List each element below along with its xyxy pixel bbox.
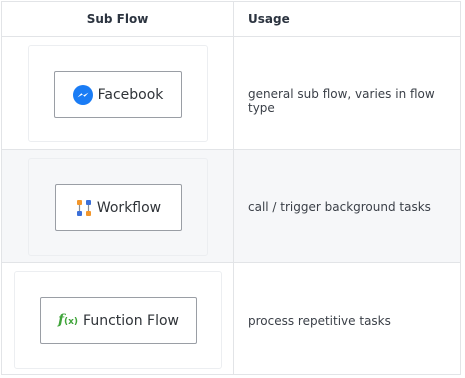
workflow-button[interactable]: Workflow (55, 184, 182, 231)
sub-flow-cell: Workflow (2, 150, 234, 262)
header-sub-flow: Sub Flow (2, 2, 234, 36)
preview-card: Workflow (28, 158, 208, 256)
workflow-label: Workflow (96, 199, 162, 216)
table-row: Facebook general sub flow, varies in flo… (2, 37, 460, 150)
preview-card: Facebook (28, 45, 208, 142)
facebook-flow-label: Facebook (97, 86, 164, 103)
usage-text: call / trigger background tasks (248, 200, 431, 214)
function-fx-icon-x: (x) (64, 316, 79, 327)
sub-flow-table: Sub Flow Usage Facebook general sub flow… (1, 1, 461, 375)
sub-flow-cell: f(x) Function Flow (2, 263, 234, 374)
usage-text: general sub flow, varies in flow type (248, 87, 435, 115)
sub-flow-cell: Facebook (2, 37, 234, 149)
function-fx-icon: f(x) (58, 313, 78, 327)
facebook-flow-button[interactable]: Facebook (54, 71, 182, 118)
function-flow-label: Function Flow (83, 312, 180, 329)
table-row: Workflow call / trigger background tasks (2, 150, 460, 263)
workflow-icon (76, 199, 92, 217)
table-row: f(x) Function Flow process repetitive ta… (2, 263, 460, 374)
table-header: Sub Flow Usage (2, 2, 460, 37)
messenger-icon (72, 84, 93, 105)
preview-card: f(x) Function Flow (14, 271, 222, 369)
usage-text: process repetitive tasks (248, 314, 391, 328)
header-usage: Usage (248, 12, 290, 26)
function-flow-button[interactable]: f(x) Function Flow (40, 297, 197, 344)
